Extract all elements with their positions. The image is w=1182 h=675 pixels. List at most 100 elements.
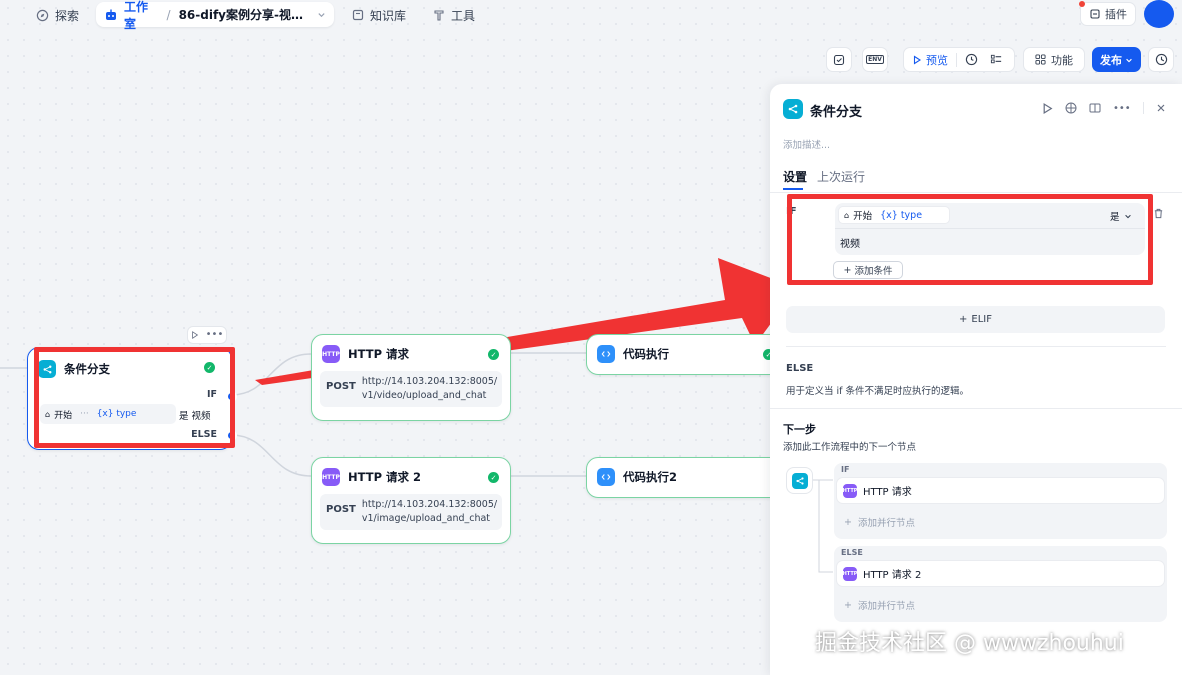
branch-icon [783,99,803,119]
add-parallel-if[interactable]: + 添加并行节点 [844,515,915,530]
history-run-icon[interactable] [965,53,978,66]
http2-url-line2: v1/image/upload_and_chat [361,513,491,524]
divider [1142,102,1144,114]
http1-url-line2: v1/video/upload_and_chat [361,390,487,401]
features-button[interactable]: 功能 [1023,47,1085,72]
chevron-down-icon[interactable] [317,10,326,19]
studio-breadcrumb[interactable]: 工作室 / 86-dify案例分享-视频... [96,0,334,31]
code-icon [597,345,615,363]
plugin-icon [1089,8,1101,20]
else-description: 用于定义当 if 条件不满足时应执行的逻辑。 [786,386,970,397]
next-if-node[interactable]: HTTP HTTP 请求 [836,477,1165,504]
next-else-branch: ELSE HTTP HTTP 请求 2 + 添加并行节点 [834,546,1167,622]
divider [786,346,1166,347]
watermark: 掘金技术社区 @ wwwzhouhui [815,631,1124,656]
plus-icon: + [959,314,968,325]
tab-settings[interactable]: 设置 [783,168,807,185]
trash-icon[interactable] [1153,208,1164,219]
plugins-button[interactable]: 插件 [1080,2,1136,26]
nav-tools-label: 工具 [451,8,476,23]
http2-url-line1: http://14.103.204.132:8005/ [361,499,498,510]
node-mini-toolbar: ••• [187,326,227,344]
chevron-down-icon [1125,56,1133,64]
plus-icon: + [844,516,852,528]
http2-title: HTTP 请求 2 [348,470,422,484]
notification-dot [1079,1,1085,7]
branch-if-label: IF [841,465,850,474]
book-icon [352,9,364,21]
http2-url-box: POST http://14.103.204.132:8005/ v1/imag… [320,494,502,530]
code1-title: 代码执行 [623,347,669,361]
env-button[interactable]: ENV [862,47,888,72]
http-request-node-1[interactable]: HTTP HTTP 请求 ✓ POST http://14.103.204.13… [311,334,511,421]
divider [956,52,957,67]
current-node-indicator [786,467,813,494]
nav-explore[interactable]: 探索 [36,4,79,26]
add-parallel-else[interactable]: + 添加并行节点 [844,598,915,613]
http-icon: HTTP [322,345,340,363]
env-label: ENV [866,55,884,64]
avatar[interactable] [1144,0,1174,28]
divider [770,408,1182,409]
publish-label: 发布 [1100,53,1122,67]
divider [770,192,1182,193]
nav-studio-label[interactable]: 工作室 [124,0,159,32]
add-parallel-if-label: 添加并行节点 [857,518,915,529]
version-history-button[interactable] [1148,47,1174,72]
compass-icon [36,9,49,22]
code2-title: 代码执行2 [623,470,678,484]
next-else-node-label: HTTP 请求 2 [863,570,922,581]
plugins-label: 插件 [1105,8,1127,21]
edge-else-http2 [230,434,312,477]
book-open-icon[interactable] [1089,102,1101,114]
http1-url-line1: http://14.103.204.132:8005/ [361,376,498,387]
code-icon [597,468,615,486]
next-step-title: 下一步 [783,423,816,436]
preview-button[interactable]: 预览 [926,52,948,68]
panel-title[interactable]: 条件分支 [810,101,862,120]
http1-method: POST [326,381,356,392]
add-elif-button[interactable]: + ELIF [786,306,1165,333]
publish-button[interactable]: 发布 [1092,47,1141,72]
next-else-node[interactable]: HTTP HTTP 请求 2 [836,560,1165,587]
highlight-box-condition [787,194,1153,285]
http-request-node-2[interactable]: HTTP HTTP 请求 2 ✓ POST http://14.103.204.… [311,457,511,544]
nav-explore-label: 探索 [55,8,80,23]
run-icon[interactable] [1042,102,1053,114]
panel-actions: ••• [1042,102,1166,114]
description-input[interactable]: 添加描述... [783,137,830,151]
next-if-branch: IF HTTP HTTP 请求 + 添加并行节点 [834,463,1167,539]
checklist-button[interactable] [826,47,852,72]
hammer-icon [433,9,445,21]
http1-url-box: POST http://14.103.204.132:8005/ v1/vide… [320,371,502,407]
code-node-2[interactable]: 代码执行2 [586,457,786,498]
tab-active-indicator [783,188,803,190]
grid-icon [1035,54,1046,65]
robot-icon [104,8,118,22]
highlight-box-if-node [34,347,235,448]
close-icon[interactable] [1156,103,1166,113]
globe-icon[interactable] [1065,102,1077,114]
tab-last-run[interactable]: 上次运行 [817,168,865,185]
http2-method: POST [326,504,356,515]
next-if-node-label: HTTP 请求 [863,487,912,498]
breadcrumb-separator: / [166,7,171,22]
features-label: 功能 [1051,53,1073,67]
checklist-run-icon[interactable] [990,53,1003,66]
branch-else-label: ELSE [841,548,863,557]
preview-group: 预览 [903,47,1015,72]
nav-tools[interactable]: 工具 [433,4,475,26]
next-step-description: 添加此工作流程中的下一个节点 [783,442,917,453]
code-node-1[interactable]: 代码执行 ✓ [586,334,786,375]
history-icon [1155,53,1168,66]
run-node-icon[interactable] [191,331,199,339]
app-name[interactable]: 86-dify案例分享-视频... [179,6,311,23]
nav-knowledge[interactable]: 知识库 [352,4,406,26]
elif-label: ELIF [971,314,992,325]
else-title: ELSE [786,363,814,374]
http1-title: HTTP 请求 [348,347,410,361]
more-icon[interactable]: ••• [206,330,224,340]
checklist-icon [833,54,845,66]
more-icon[interactable]: ••• [1113,103,1131,114]
play-icon [912,54,922,65]
